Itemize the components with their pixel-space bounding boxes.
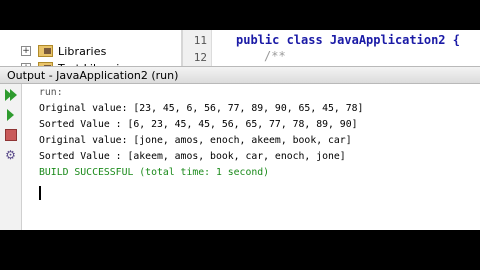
project-tree: + Libraries + Test Libraries (0, 30, 181, 75)
console-line: Sorted Value : [6, 23, 45, 45, 56, 65, 7… (39, 119, 358, 130)
tree-item-label: Libraries (58, 44, 107, 58)
line-number: 11 (193, 34, 207, 47)
code-line-11: public class JavaApplication2 { (236, 33, 460, 47)
stop-button[interactable] (2, 126, 19, 143)
line-number: 12 (193, 51, 207, 64)
console-line: Original value: [23, 45, 6, 56, 77, 89, … (39, 103, 364, 114)
tree-item-libraries[interactable]: + Libraries (0, 43, 106, 59)
settings-icon: ⚙ (5, 147, 16, 162)
code-line-12: /** (264, 49, 286, 63)
rerun-button[interactable] (2, 86, 19, 103)
ide-window: + Libraries + Test Libraries 11 12 publi… (0, 30, 480, 230)
expand-toggle-icon[interactable]: + (21, 46, 31, 56)
run-button[interactable] (2, 106, 19, 123)
console-line: Original value: [jone, amos, enoch, akee… (39, 135, 352, 146)
text-caret (39, 186, 41, 200)
output-panel-title: Output - JavaApplication2 (run) (7, 69, 179, 82)
line-number-gutter: 11 12 (183, 30, 212, 66)
output-panel: ⚙ run: Original value: [23, 45, 6, 56, 7… (0, 84, 480, 230)
build-status-line: BUILD SUCCESSFUL (total time: 1 second) (39, 167, 270, 178)
console-line: run: (39, 87, 63, 98)
console-line: Sorted Value : [akeem, amos, book, car, … (39, 151, 346, 162)
rerun-icon (9, 88, 17, 101)
stop-icon (4, 128, 17, 141)
code-editor[interactable]: public class JavaApplication2 { /** (212, 30, 480, 66)
output-console[interactable]: run: Original value: [23, 45, 6, 56, 77,… (39, 84, 480, 230)
settings-button[interactable]: ⚙ (2, 146, 19, 163)
library-folder-icon (38, 45, 53, 57)
output-toolbar: ⚙ (0, 84, 22, 230)
output-panel-header[interactable]: Output - JavaApplication2 (run) (0, 66, 480, 84)
run-icon (7, 108, 14, 121)
